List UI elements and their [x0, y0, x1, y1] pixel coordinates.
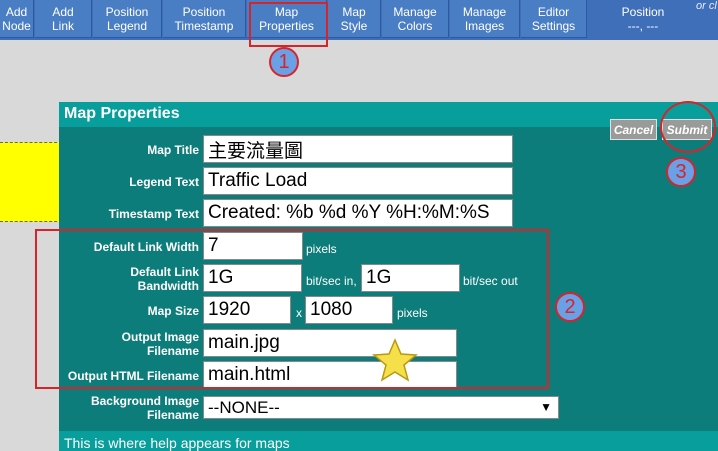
step2-marker: 2 — [555, 292, 585, 322]
add-link-button[interactable]: Add Link — [35, 0, 92, 38]
step1-marker: 1 — [269, 47, 299, 77]
timestamp-text-label: Timestamp Text — [108, 207, 199, 221]
map-style-button[interactable]: Map Style — [328, 0, 381, 38]
toolbar-hint-text: or cl — [696, 0, 717, 12]
background-image-selected: --NONE-- — [208, 398, 280, 417]
step3-marker: 3 — [666, 157, 696, 187]
step3-highlight — [660, 101, 716, 153]
legend-text-input[interactable] — [203, 167, 513, 195]
help-text: This is where help appears for maps — [64, 435, 290, 451]
timestamp-text-input[interactable] — [203, 199, 513, 227]
position-legend-button[interactable]: Position Legend — [93, 0, 162, 38]
editor-settings-button[interactable]: Editor Settings — [521, 0, 587, 38]
map-title-label: Map Title — [147, 143, 199, 157]
map-node[interactable] — [0, 142, 62, 222]
map-title-input[interactable] — [203, 135, 513, 163]
dialog-title: Map Properties — [64, 105, 180, 122]
add-node-button[interactable]: Add Node — [0, 0, 34, 38]
step2-highlight — [35, 229, 549, 389]
background-image-select[interactable]: --NONE-- ▼ — [203, 396, 559, 419]
legend-text-label: Legend Text — [129, 175, 199, 189]
toolbar: Add Node Add Link Position Legend Positi… — [0, 0, 718, 40]
chevron-down-icon: ▼ — [540, 400, 552, 414]
cancel-button[interactable]: Cancel — [610, 119, 657, 140]
manage-colors-button[interactable]: Manage Colors — [382, 0, 449, 38]
position-timestamp-button[interactable]: Position Timestamp — [163, 0, 246, 38]
step1-highlight — [249, 2, 328, 47]
help-bar: This is where help appears for maps — [59, 431, 718, 451]
background-image-label: Background Image Filename — [90, 394, 199, 422]
position-readout: Position ---, --- — [621, 5, 665, 33]
manage-images-button[interactable]: Manage Images — [450, 0, 520, 38]
